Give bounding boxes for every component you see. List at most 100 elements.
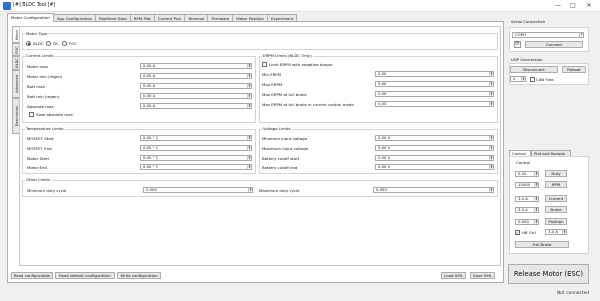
hb-ctrl-label: HB Ctrl	[522, 230, 536, 235]
spin-arrows-icon[interactable]: ▲ ▼	[247, 64, 251, 68]
limit-erpm-negative-torque-checkbox[interactable]	[262, 62, 267, 67]
mosfet-start-input[interactable]: 0.00 ° C ▲ ▼	[140, 135, 252, 141]
disconnect-button[interactable]: Disconnect	[510, 66, 558, 73]
max-input-voltage-value: 0.00 V	[378, 145, 391, 150]
rpm-button[interactable]: RPM	[545, 181, 567, 188]
spin-arrows-icon[interactable]: ▲ ▼	[534, 197, 538, 201]
spin-arrows-icon[interactable]: ▲ ▼	[534, 172, 538, 176]
spin-arrows-icon[interactable]: ▲ ▼	[521, 77, 525, 81]
side-tab-bldc-label: BLDC	[14, 58, 19, 68]
min-duty-cycle-input[interactable]: 0.000 ▲ ▼	[143, 187, 253, 193]
voltage-limits-title: Voltage Limits	[262, 126, 292, 131]
read-default-configuration-button[interactable]: Read default configuration	[55, 272, 115, 279]
max-duty-cycle-input[interactable]: 0.950 ▲ ▼	[373, 187, 494, 193]
maximize-icon[interactable]: □	[566, 1, 580, 11]
radio-bldc[interactable]	[26, 41, 31, 48]
can-id-spinbox[interactable]: 0 ▲ ▼	[510, 76, 526, 82]
spin-arrows-icon[interactable]: ▲ ▼	[247, 74, 251, 78]
max-erpm-input[interactable]: 0.00 ▲ ▼	[375, 81, 494, 87]
motor-end-input[interactable]: 0.00 ° C ▲ ▼	[140, 164, 252, 170]
chevron-down-icon[interactable]: ▼	[579, 33, 583, 37]
battery-cutoff-end-input[interactable]: 0.00 V ▲ ▼	[375, 164, 494, 170]
spin-arrows-icon[interactable]: ▲ ▼	[534, 183, 538, 187]
min-input-voltage-value: 0.00 V	[378, 135, 391, 140]
battery-cutoff-start-input[interactable]: 0.00 V ▲ ▼	[375, 155, 494, 161]
hb-ctrl-input[interactable]: 3.0 A ▲ ▼	[545, 229, 567, 235]
radio-foc-indicator	[62, 41, 67, 46]
min-input-voltage-label: Minimum input voltage	[262, 136, 308, 141]
hb-ctrl-checkbox[interactable]: ✓	[515, 230, 520, 235]
write-configuration-button[interactable]: Write configuration	[117, 272, 161, 279]
duty-input[interactable]: 0.20 ▲ ▼	[515, 171, 539, 177]
motor-max-label: Motor max	[27, 64, 48, 69]
spin-arrows-icon[interactable]: ▲ ▼	[247, 156, 251, 160]
spin-arrows-icon[interactable]: ▲ ▼	[247, 146, 251, 150]
udp-connection-title: UDP Connection	[510, 57, 544, 62]
spin-arrows-icon[interactable]: ▲ ▼	[489, 82, 493, 86]
read-configuration-button[interactable]: Read configuration	[11, 272, 53, 279]
serial-port-select[interactable]: COM1 ▼	[512, 32, 584, 38]
refresh-icon[interactable]: ⟳	[514, 41, 521, 48]
motor-max-input[interactable]: 0.00 A ▲ ▼	[140, 63, 252, 69]
radio-foc[interactable]	[62, 41, 67, 48]
spin-arrows-icon[interactable]: ▲ ▼	[489, 165, 493, 169]
load-xml-button[interactable]: Load XML	[441, 272, 466, 279]
spin-arrows-icon[interactable]: ▲ ▼	[534, 208, 538, 212]
motor-min-input[interactable]: 0.00 A ▲ ▼	[140, 73, 252, 79]
batt-max-input[interactable]: 0.00 A ▲ ▼	[140, 83, 252, 89]
motor-end-value: 0.00 ° C	[143, 164, 159, 169]
max-erpm-full-brake-input[interactable]: 0.00 ▲ ▼	[375, 91, 494, 97]
spin-arrows-icon[interactable]: ▲ ▼	[247, 136, 251, 140]
slow-absolute-max-label: Slow absolute max	[36, 112, 73, 117]
position-button[interactable]: Position	[545, 218, 567, 225]
battery-cutoff-start-label: Battery cutoff start	[262, 156, 300, 161]
batt-min-input[interactable]: 0.00 A ▲ ▼	[140, 93, 252, 99]
min-erpm-input[interactable]: 0.00 ▲ ▼	[375, 71, 494, 77]
spin-arrows-icon[interactable]: ▲ ▼	[489, 156, 493, 160]
spin-arrows-icon[interactable]: ▲ ▼	[489, 72, 493, 76]
duty-button[interactable]: Duty	[545, 170, 567, 177]
battery-cutoff-start-value: 0.00 V	[378, 155, 391, 160]
brake-button[interactable]: Brake	[545, 206, 567, 213]
mosfet-end-input[interactable]: 0.00 ° C ▲ ▼	[140, 145, 252, 151]
current-button[interactable]: Current	[545, 195, 567, 202]
spin-arrows-icon[interactable]: ▲ ▼	[534, 220, 538, 224]
spin-arrows-icon[interactable]: ▲ ▼	[247, 104, 251, 108]
radio-dc[interactable]	[46, 41, 51, 48]
tab-motor-configuration[interactable]: Motor Configuration	[7, 13, 54, 22]
spin-arrows-icon[interactable]: ▲ ▼	[489, 102, 493, 106]
max-input-voltage-input[interactable]: 0.00 V ▲ ▼	[375, 145, 494, 151]
current-input[interactable]: 3.0 A ▲ ▼	[515, 196, 539, 202]
minimize-icon[interactable]: —	[551, 1, 565, 11]
position-input[interactable]: 0.000 ▲ ▼	[515, 219, 539, 225]
slow-absolute-max-checkbox[interactable]	[29, 112, 34, 117]
close-icon[interactable]: ✕	[582, 1, 596, 11]
connect-button[interactable]: Connect	[525, 41, 583, 48]
full-brake-button[interactable]: Full Brake	[515, 241, 569, 248]
min-input-voltage-input[interactable]: 0.00 V ▲ ▼	[375, 135, 494, 141]
spin-arrows-icon[interactable]: ▲ ▼	[247, 165, 251, 169]
spin-arrows-icon[interactable]: ▲ ▼	[489, 92, 493, 96]
spin-arrows-icon[interactable]: ▲ ▼	[248, 188, 252, 192]
motor-min-label: Motor min (regen)	[27, 74, 63, 79]
max-erpm-full-brake-cc-input[interactable]: 0.00 ▲ ▼	[375, 101, 494, 107]
temperature-limits-title: Temperature Limits	[25, 126, 65, 131]
release-motor-button[interactable]: Release Motor (ESC)	[508, 264, 589, 284]
can-fwd-checkbox[interactable]	[530, 77, 535, 82]
absolute-max-input[interactable]: 0.00 A ▲ ▼	[140, 103, 252, 109]
rpm-input[interactable]: 15000 ▲ ▼	[515, 182, 539, 188]
brake-input[interactable]: 3.0 A ▲ ▼	[515, 207, 539, 213]
spin-arrows-icon[interactable]: ▲ ▼	[489, 146, 493, 150]
status-text: Not connected	[557, 291, 590, 296]
batt-min-label: Batt min (regen)	[27, 94, 60, 99]
spin-arrows-icon[interactable]: ▲ ▼	[247, 84, 251, 88]
reboot-button[interactable]: Reboot	[562, 66, 586, 73]
spin-arrows-icon[interactable]: ▲ ▼	[247, 94, 251, 98]
motor-start-input[interactable]: 0.00 ° C ▲ ▼	[140, 155, 252, 161]
min-duty-cycle-value: 0.000	[146, 187, 157, 192]
spin-arrows-icon[interactable]: ▲ ▼	[489, 136, 493, 140]
save-xml-button[interactable]: Save XML	[470, 272, 495, 279]
spin-arrows-icon[interactable]: ▲ ▼	[489, 188, 493, 192]
limit-erpm-negative-torque-label: Limit ERPM with negative torque	[269, 62, 333, 67]
spin-arrows-icon[interactable]: ▲ ▼	[562, 230, 566, 234]
